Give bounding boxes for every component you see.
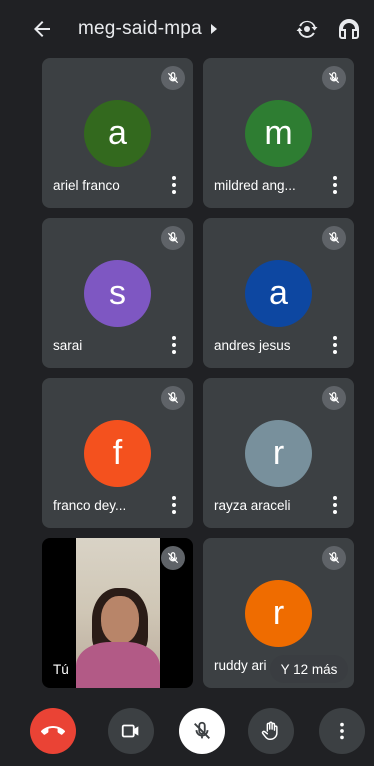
more-options-button[interactable] bbox=[319, 708, 365, 754]
more-vert-icon[interactable] bbox=[171, 496, 177, 514]
participant-name: rayza araceli bbox=[214, 498, 291, 513]
avatar: m bbox=[245, 100, 312, 167]
mic-off-icon bbox=[322, 226, 346, 250]
mic-off-icon bbox=[322, 66, 346, 90]
camera-icon bbox=[121, 724, 139, 738]
end-call-icon bbox=[41, 726, 65, 735]
avatar: a bbox=[84, 100, 151, 167]
avatar: r bbox=[245, 580, 312, 647]
avatar: a bbox=[245, 260, 312, 327]
participant-name: ruddy ari bbox=[214, 658, 267, 673]
mic-off-icon bbox=[322, 386, 346, 410]
participant-tile[interactable]: f franco dey... bbox=[42, 378, 193, 528]
participant-name: ariel franco bbox=[53, 178, 120, 193]
participant-name: mildred ang... bbox=[214, 178, 296, 193]
mic-off-icon bbox=[161, 226, 185, 250]
participant-name: Tú bbox=[53, 662, 69, 677]
more-vert-icon[interactable] bbox=[332, 336, 338, 354]
more-vert-icon[interactable] bbox=[171, 336, 177, 354]
camera-preview bbox=[76, 538, 160, 688]
mic-off-icon bbox=[161, 546, 185, 570]
participant-tile[interactable]: s sarai bbox=[42, 218, 193, 368]
caret-right-icon[interactable] bbox=[209, 22, 219, 36]
mic-off-icon bbox=[161, 386, 185, 410]
mic-off-icon bbox=[161, 66, 185, 90]
avatar: f bbox=[84, 420, 151, 487]
participant-name: franco dey... bbox=[53, 498, 127, 513]
avatar: r bbox=[245, 420, 312, 487]
call-controls bbox=[0, 700, 374, 766]
self-video-tile[interactable]: Tú bbox=[42, 538, 193, 688]
more-options-icon bbox=[340, 722, 344, 740]
end-call-button[interactable] bbox=[30, 708, 76, 754]
raise-hand-icon bbox=[261, 721, 278, 740]
participant-name: andres jesus bbox=[214, 338, 291, 353]
camera-toggle-button[interactable] bbox=[108, 708, 154, 754]
headphones-icon[interactable] bbox=[337, 17, 361, 41]
more-vert-icon[interactable] bbox=[332, 496, 338, 514]
raise-hand-button[interactable] bbox=[248, 708, 294, 754]
avatar: s bbox=[84, 260, 151, 327]
participant-tile[interactable]: r rayza araceli bbox=[203, 378, 354, 528]
top-bar: meg-said-mpa bbox=[0, 0, 374, 56]
participant-tile[interactable]: a ariel franco bbox=[42, 58, 193, 208]
more-participants-badge[interactable]: Y 12 más bbox=[270, 655, 348, 683]
participant-name: sarai bbox=[53, 338, 83, 353]
mic-off-icon bbox=[322, 546, 346, 570]
meeting-title[interactable]: meg-said-mpa bbox=[78, 18, 202, 40]
mic-off-icon bbox=[194, 721, 210, 739]
mic-toggle-button[interactable] bbox=[179, 708, 225, 754]
more-vert-icon[interactable] bbox=[332, 176, 338, 194]
back-arrow-icon[interactable] bbox=[30, 17, 54, 41]
more-vert-icon[interactable] bbox=[171, 176, 177, 194]
participant-tile[interactable]: a andres jesus bbox=[203, 218, 354, 368]
switch-camera-icon[interactable] bbox=[295, 17, 319, 41]
participant-tile[interactable]: m mildred ang... bbox=[203, 58, 354, 208]
